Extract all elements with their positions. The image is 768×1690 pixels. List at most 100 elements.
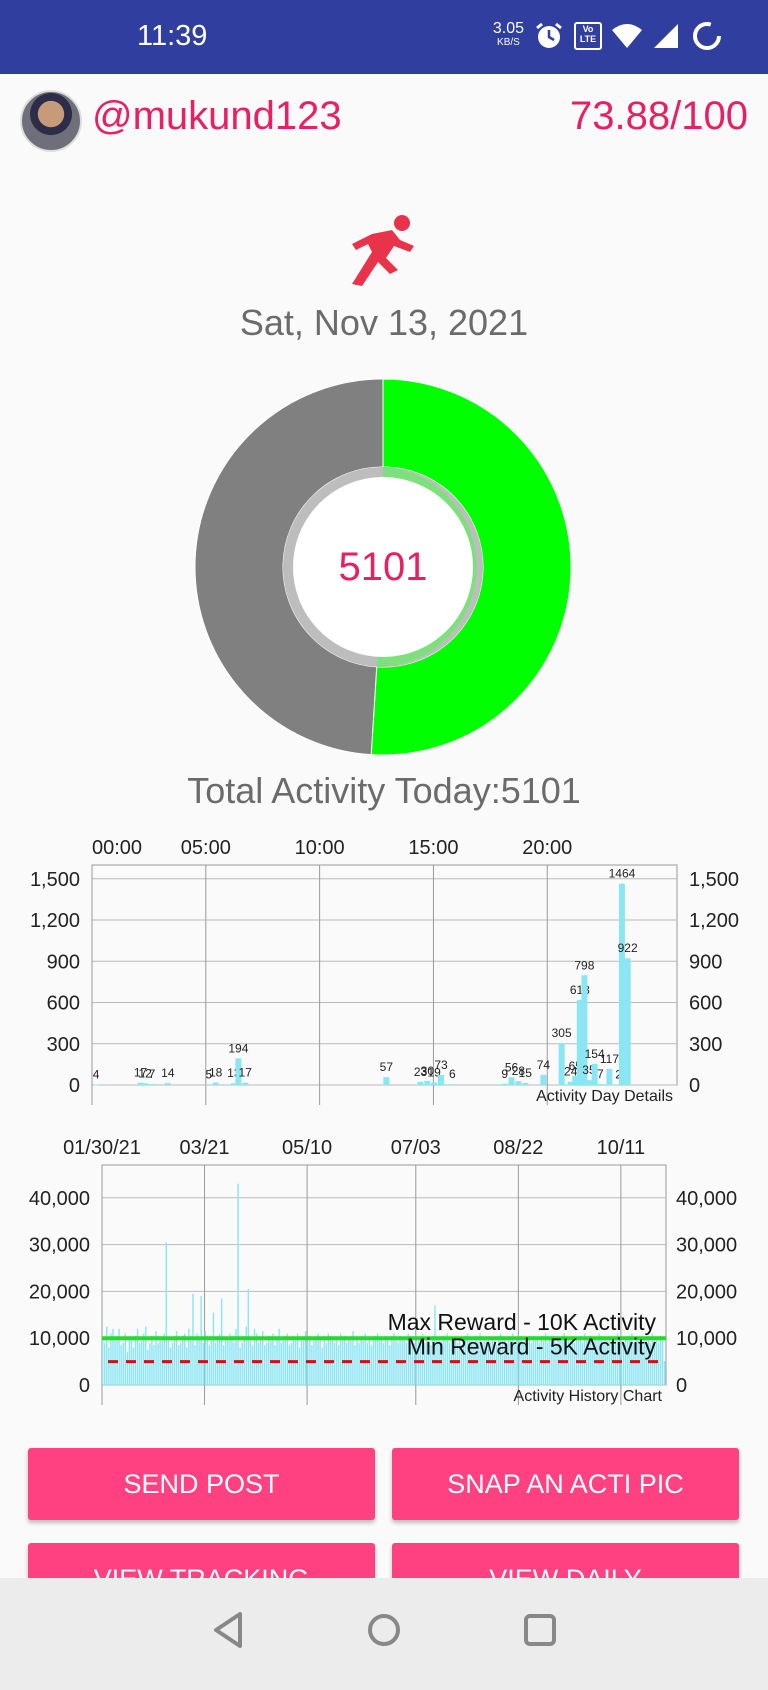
history-chart-bar [335,1338,338,1385]
history-chart-bar [339,1333,342,1385]
day-chart-bar [431,1082,438,1085]
avatar[interactable] [20,90,82,152]
history-chart-bar [223,1345,225,1385]
history-chart-bar [233,1342,235,1385]
history-chart-bar [177,1345,180,1385]
home-icon[interactable] [366,1610,402,1650]
history-chart-bar [393,1333,395,1385]
history-chart-y-tick-right: 30,000 [676,1235,737,1257]
send-post-button[interactable]: SEND POST [28,1448,375,1520]
history-chart-bar [274,1345,276,1385]
day-chart-bar-label: 73 [434,1058,448,1072]
history-chart-x-tick: 01/30/21 [63,1137,141,1159]
day-chart-y-tick-right: 1,200 [689,910,739,932]
history-chart-bar [214,1342,217,1385]
day-chart-y-tick-left: 300 [47,1034,80,1056]
history-chart-bar [120,1345,122,1385]
history-chart-bar [237,1183,239,1385]
history-chart-bar [102,1335,104,1385]
activity-date: Sat, Nov 13, 2021 [239,302,529,343]
history-chart-bar [218,1333,221,1385]
history-chart-bar [364,1333,366,1385]
day-chart-bar [522,1082,529,1085]
history-chart-bar [229,1333,231,1385]
day-chart-bar [624,958,631,1085]
status-bar: 11:39 3.05 KB/S Vo LTE [0,0,768,74]
day-chart-title: Activity Day Details [536,1088,673,1105]
history-chart-bar [138,1342,141,1385]
history-chart-bar [268,1335,270,1385]
history-chart-bar [157,1342,159,1385]
history-chart-bar [241,1342,243,1385]
history-chart-bar [288,1345,291,1385]
day-chart-y-tick-right: 300 [689,1034,722,1056]
history-chart-bar [145,1326,147,1385]
history-chart-bar [397,1342,399,1385]
day-chart-x-tick: 05:00 [181,837,231,859]
history-chart-bar [282,1340,284,1385]
signal-icon [654,24,678,48]
history-chart-bar [272,1333,274,1385]
history-chart-bar [389,1345,391,1385]
day-chart-bar [417,1081,424,1085]
activity-donut-chart [194,378,572,756]
day-chart-y-tick-right: 600 [689,993,722,1015]
username[interactable]: @mukund123 [92,94,342,139]
history-chart-y-tick-right: 0 [676,1375,687,1397]
snap-acti-pic-button[interactable]: SNAP AN ACTI PIC [392,1448,739,1520]
history-chart-x-tick: 08/22 [493,1137,543,1159]
history-chart-x-tick: 05/10 [282,1137,332,1159]
day-chart-bar-label: 7 [597,1067,604,1081]
history-chart-bar [149,1342,151,1385]
history-chart-bar [165,1242,168,1385]
history-chart-bar [327,1333,330,1385]
activity-day-chart: 0 0 300 300 600 600 900 900 1,200 1,200 1,500 1,500… [30,837,739,1105]
history-chart-bar [300,1340,303,1385]
recent-apps-icon[interactable] [522,1610,558,1650]
day-chart-bar-label: 17 [239,1066,253,1080]
day-chart-bar [148,1084,155,1086]
history-chart-bar [337,1345,340,1385]
day-chart-bar [212,1082,219,1085]
history-chart-x-tick: 07/03 [391,1137,441,1159]
day-chart-bar-label: 117 [600,1052,619,1066]
history-chart-bar [159,1338,161,1385]
history-chart-bar [376,1333,379,1385]
history-chart-bar [212,1312,215,1385]
history-chart-bar [333,1342,336,1385]
status-time: 11:39 [137,20,208,52]
day-chart-bar-label: 18 [209,1066,223,1080]
history-chart-bar [298,1347,301,1385]
day-chart-y-tick-left: 600 [47,993,80,1015]
day-chart-y-tick-right: 1,500 [689,869,739,891]
donut-hole [293,477,473,657]
history-chart-bar [391,1338,393,1385]
day-chart-bar [164,1083,171,1085]
history-chart-bar [227,1340,229,1385]
history-chart-bar [108,1347,110,1385]
history-chart-y-tick-right: 10,000 [676,1328,737,1350]
running-person-icon [352,215,414,286]
history-chart-y-tick-left: 30,000 [29,1235,90,1257]
history-chart-bar [317,1333,319,1385]
back-icon[interactable] [210,1610,246,1650]
profile-header: @mukund123 73.88/100 [0,74,768,164]
history-chart-bar [374,1335,377,1385]
history-chart-y-tick-left: 10,000 [29,1328,90,1350]
history-chart-bar [194,1345,196,1385]
history-chart-bar [110,1333,112,1385]
day-chart-x-tick: 15:00 [408,837,458,859]
day-chart-bar [449,1084,456,1086]
history-chart-y-tick-left: 0 [79,1375,90,1397]
day-chart-bar-label: 1464 [609,867,636,881]
history-chart-y-tick-right: 40,000 [676,1188,737,1210]
history-chart-x-tick: 10/11 [597,1137,646,1159]
day-chart-x-tick: 20:00 [522,837,572,859]
history-chart-bar [280,1342,282,1385]
history-chart-bar [143,1333,145,1385]
history-chart-bar [169,1347,172,1385]
history-chart-bar [251,1345,254,1385]
day-chart-bar [606,1068,613,1085]
network-speed: 3.05 KB/S [493,21,524,50]
history-chart-bar [184,1333,186,1385]
